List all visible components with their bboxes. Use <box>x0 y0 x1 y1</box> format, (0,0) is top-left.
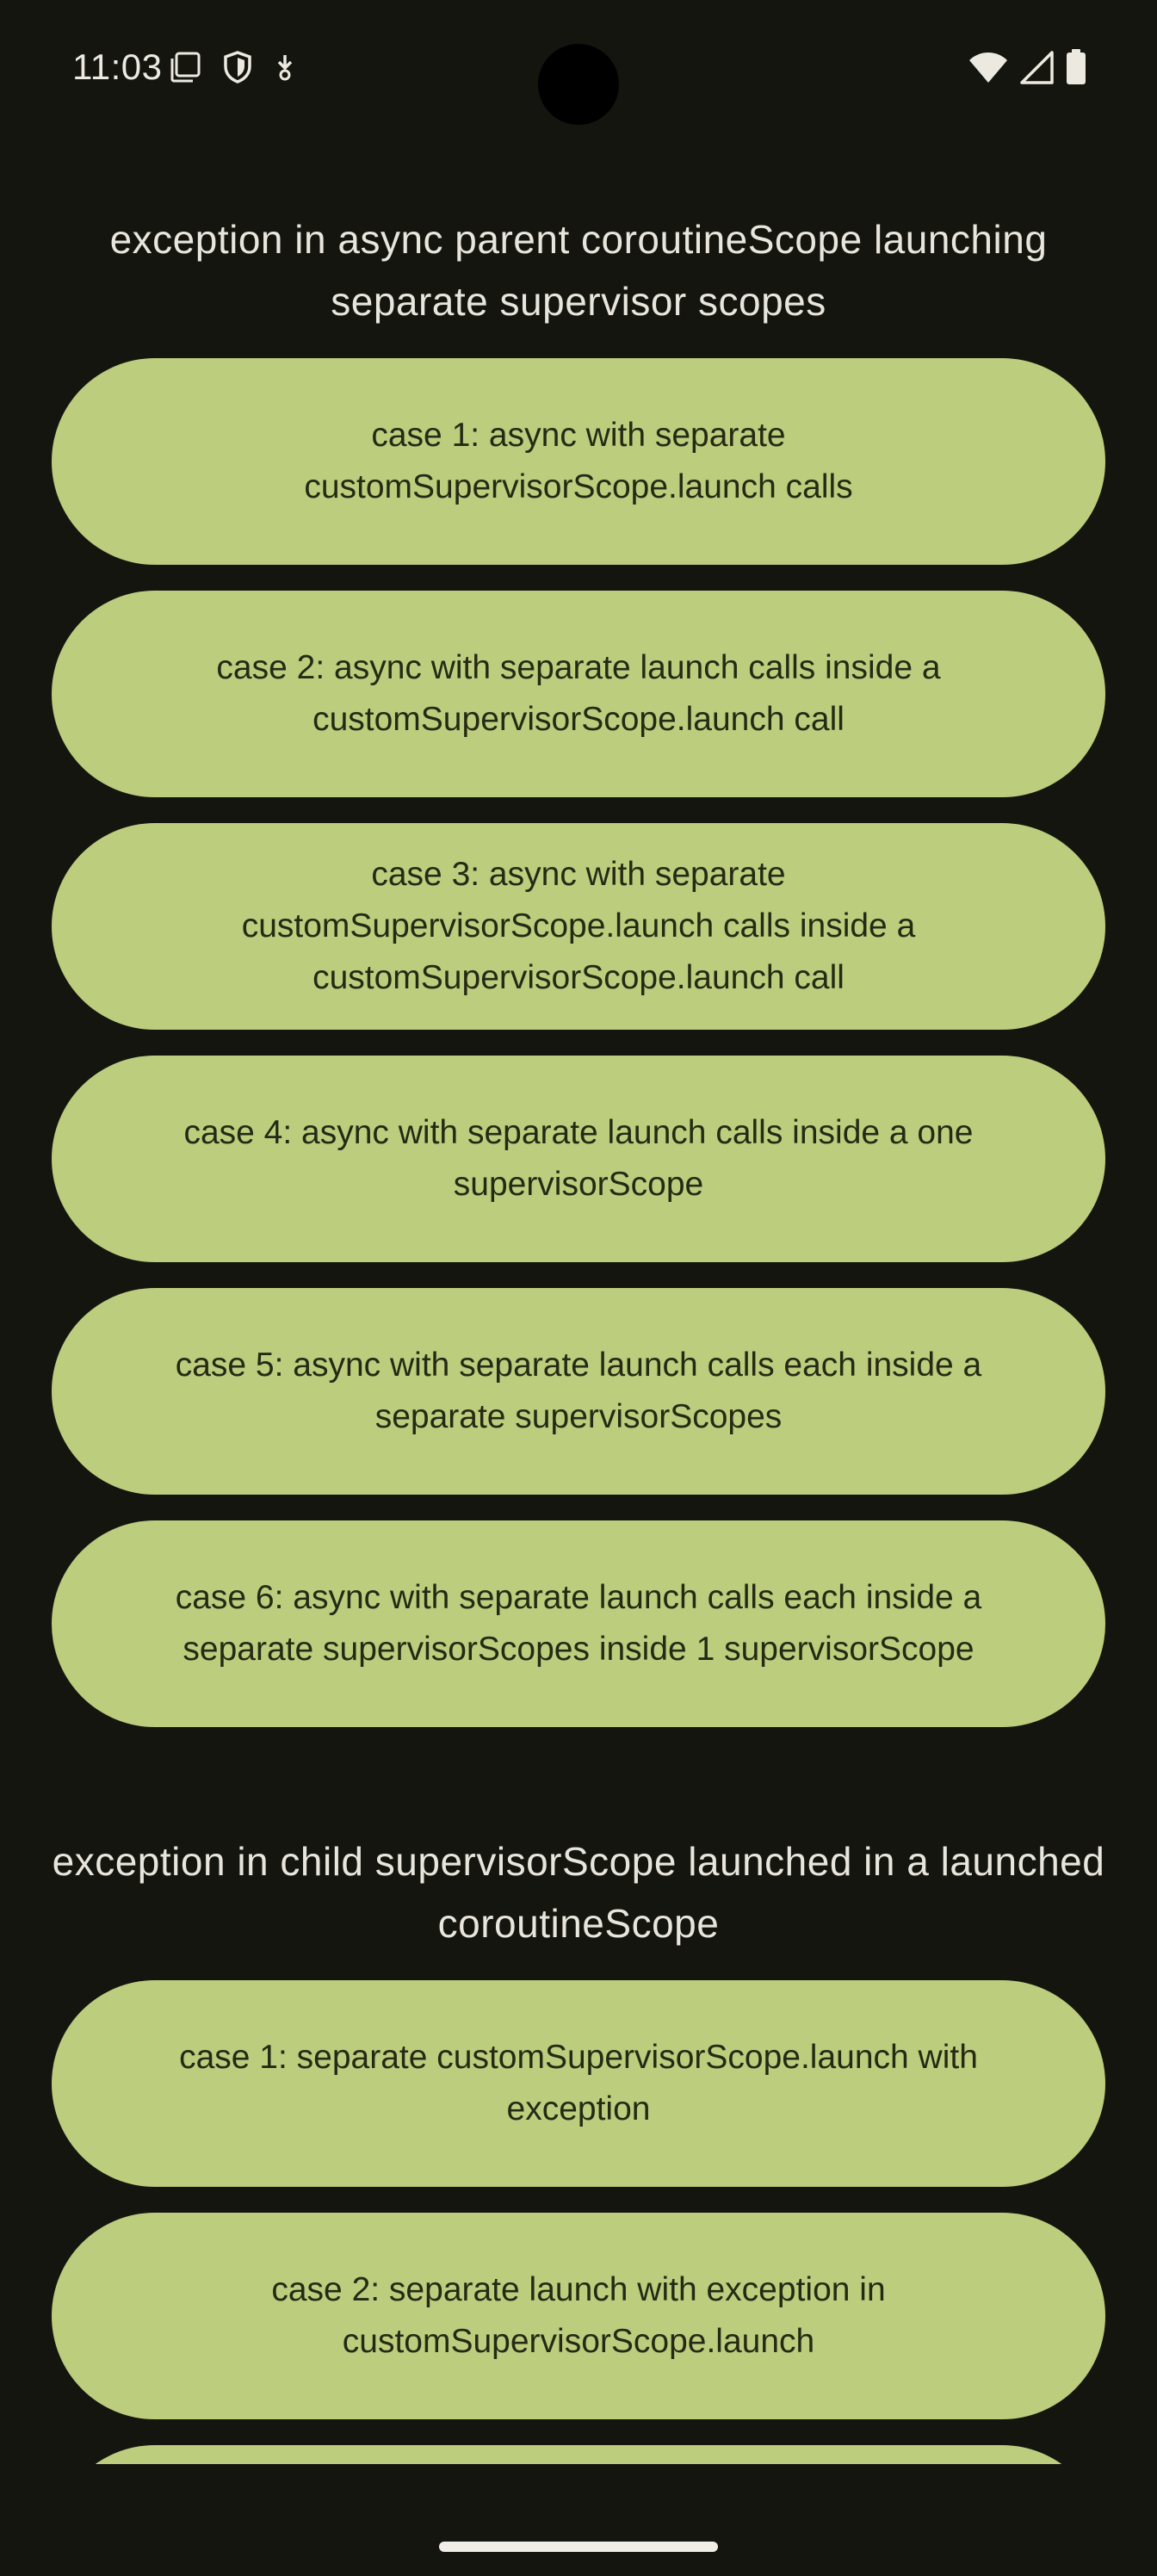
button-label: case 2: separate launch with exception i… <box>271 2271 886 2360</box>
async-case-1-button[interactable]: case 1: async with separate customSuperv… <box>52 358 1105 565</box>
button-label: case 3: async with separate customSuperv… <box>241 856 916 996</box>
child-case-3-button[interactable] <box>52 2445 1105 2464</box>
section-title-child-supervisor: exception in child supervisorScope launc… <box>52 1839 1105 1946</box>
button-label: case 5: async with separate launch calls… <box>175 1347 982 1435</box>
button-label: case 6: async with separate launch calls… <box>175 1579 982 1668</box>
child-case-2-button[interactable]: case 2: separate launch with exception i… <box>52 2213 1105 2419</box>
async-case-4-button[interactable]: case 4: async with separate launch calls… <box>52 1056 1105 1262</box>
button-label: case 1: async with separate customSuperv… <box>304 417 853 505</box>
button-label: case 4: async with separate launch calls… <box>183 1114 974 1203</box>
async-case-6-button[interactable]: case 6: async with separate launch calls… <box>52 1520 1105 1727</box>
child-case-1-button[interactable]: case 1: separate customSupervisorScope.l… <box>52 1980 1105 2187</box>
async-case-5-button[interactable]: case 5: async with separate launch calls… <box>52 1288 1105 1495</box>
async-case-2-button[interactable]: case 2: async with separate launch calls… <box>52 591 1105 797</box>
button-label: case 2: async with separate launch calls… <box>216 649 941 738</box>
async-case-3-button[interactable]: case 3: async with separate customSuperv… <box>52 823 1105 1030</box>
content-list[interactable]: exception in async parent coroutineScope… <box>0 0 1157 2464</box>
home-indicator[interactable] <box>439 2542 718 2552</box>
button-label: case 1: separate customSupervisorScope.l… <box>179 2039 978 2127</box>
section-title-async-parent: exception in async parent coroutineScope… <box>109 217 1048 324</box>
